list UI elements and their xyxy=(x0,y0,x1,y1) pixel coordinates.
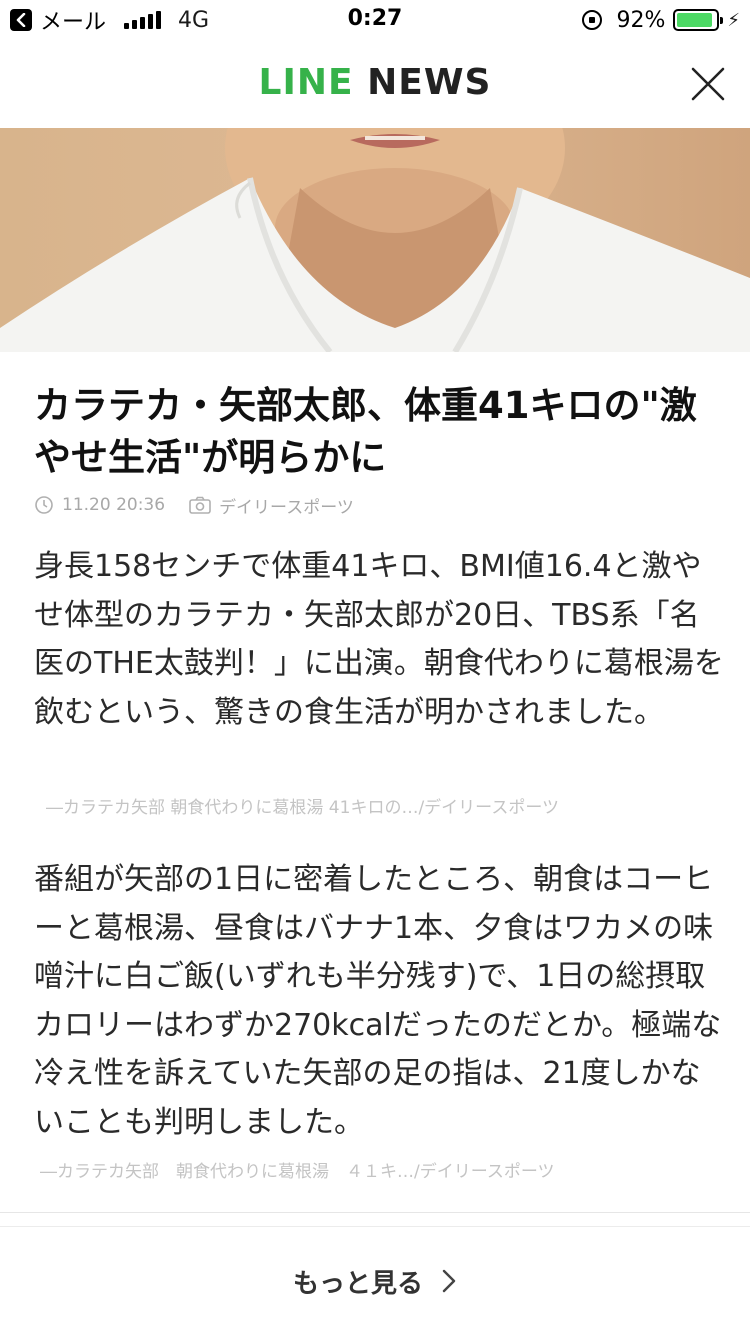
logo-news-text: NEWS xyxy=(367,62,492,103)
citation-link-2[interactable]: ―カラテカ矢部 朝食代わりに葛根湯 ４１キ…/デイリースポーツ xyxy=(40,1157,730,1182)
battery-percent: 92% xyxy=(616,7,666,33)
article-hero-image xyxy=(0,128,750,352)
article-date: 11.20 20:36 xyxy=(62,495,166,515)
article-paragraph-1: 身長158センチで体重41キロ、BMI値16.4と激やせ体型のカラテカ・矢部太郎… xyxy=(34,549,724,730)
clock-icon xyxy=(35,496,53,514)
citation-link-1[interactable]: ―カラテカ矢部 朝食代わりに葛根湯 41キロの…/デイリースポーツ xyxy=(46,793,726,818)
status-bar: メール 4G 0:27 92% ⚡ xyxy=(0,0,750,40)
charging-icon: ⚡ xyxy=(727,9,740,31)
line-news-logo: LINE NEWS xyxy=(0,62,750,103)
article-paragraph-2: 番組が矢部の1日に密着したところ、朝食はコーヒーと葛根湯、昼食はバナナ1本、夕食… xyxy=(34,862,722,1140)
article-meta: 11.20 20:36 デイリースポーツ xyxy=(34,493,354,518)
close-button[interactable] xyxy=(690,66,726,102)
article-source[interactable]: デイリースポーツ xyxy=(219,493,354,518)
divider xyxy=(0,1212,750,1213)
logo-line-text: LINE xyxy=(258,62,354,103)
app-header: LINE NEWS xyxy=(0,40,750,128)
camera-icon xyxy=(189,496,211,514)
article-title: カラテカ・矢部太郎、体重41キロの"激やせ生活"が明らかに xyxy=(34,384,697,479)
chevron-right-icon xyxy=(442,1269,456,1293)
divider xyxy=(0,1226,750,1227)
see-more-label: もっと見る xyxy=(292,1268,423,1299)
battery-icon xyxy=(673,9,724,31)
orientation-lock-icon xyxy=(582,10,603,30)
close-icon xyxy=(691,67,725,101)
see-more-button[interactable]: もっと見る xyxy=(0,1256,750,1306)
